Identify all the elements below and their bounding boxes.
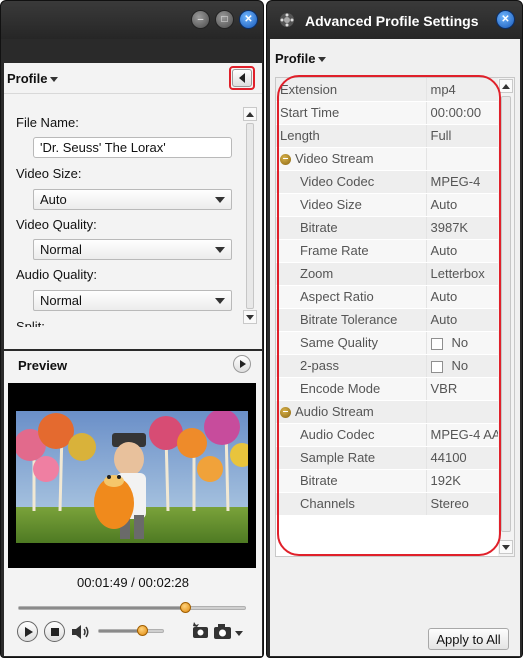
chevron-down-icon — [215, 298, 225, 304]
main-titlebar: – □ ✕ — [1, 1, 263, 39]
scroll-down-icon[interactable] — [499, 540, 513, 554]
chevron-down-icon — [318, 57, 327, 63]
close-icon[interactable]: ✕ — [496, 10, 515, 29]
preview-panel: Preview 00:01:49 / 00:02:28 — [4, 351, 262, 656]
preview-header: Preview — [18, 358, 68, 373]
scroll-thumb[interactable] — [501, 96, 511, 532]
maximize-icon[interactable]: □ — [215, 10, 234, 29]
collapse-arrow-icon[interactable] — [232, 69, 252, 87]
play-icon[interactable] — [17, 621, 38, 642]
file-name-label: File Name: — [16, 115, 79, 130]
audio-quality-label: Audio Quality: — [16, 267, 97, 282]
volume-knob[interactable] — [137, 625, 148, 636]
main-window: – □ ✕ Profile File Name: 'Dr. Seuss' The… — [0, 0, 264, 658]
close-icon[interactable]: ✕ — [239, 10, 258, 29]
video-quality-select[interactable]: Normal — [33, 239, 232, 260]
volume-slider[interactable] — [98, 625, 164, 636]
seek-knob[interactable] — [180, 602, 191, 613]
video-quality-label: Video Quality: — [16, 217, 97, 232]
apply-to-all-button[interactable]: Apply to All — [428, 628, 509, 650]
profile-header[interactable]: Profile — [275, 51, 327, 66]
profile-panel: Profile File Name: 'Dr. Seuss' The Lorax… — [4, 63, 262, 349]
video-size-label: Video Size: — [16, 166, 82, 181]
chevron-down-icon — [215, 197, 225, 203]
scroll-down-icon[interactable] — [243, 310, 257, 324]
advanced-panel: Profile Extension mp4 Start Time 00:00:00 Le… — [270, 39, 520, 656]
time-display: 00:01:49 / 00:02:28 — [76, 575, 190, 590]
video-preview[interactable] — [8, 383, 256, 568]
red-highlight-oval — [277, 75, 501, 556]
seek-bar[interactable] — [18, 602, 246, 613]
chevron-down-icon — [50, 77, 59, 83]
profile-header[interactable]: Profile — [7, 71, 59, 86]
camera-icon[interactable] — [213, 622, 245, 640]
expand-arrow-icon[interactable] — [233, 355, 251, 373]
scroll-up-icon[interactable] — [243, 107, 257, 121]
seek-fill — [19, 607, 186, 609]
lorax-scene-image — [16, 411, 248, 543]
snapshot-icon[interactable] — [191, 621, 211, 641]
app-icon — [280, 13, 294, 27]
chevron-down-icon — [215, 247, 225, 253]
minimize-icon[interactable]: – — [191, 10, 210, 29]
advanced-settings-window: Advanced Profile Settings ✕ Profile Exte… — [266, 0, 523, 658]
file-name-field[interactable]: 'Dr. Seuss' The Lorax' — [33, 137, 232, 158]
advanced-titlebar: Advanced Profile Settings ✕ — [267, 1, 522, 39]
scroll-up-icon[interactable] — [499, 79, 513, 93]
video-size-value: Auto — [40, 192, 67, 207]
video-size-select[interactable]: Auto — [33, 189, 232, 210]
stop-icon[interactable] — [44, 621, 65, 642]
divider — [4, 93, 262, 94]
window-title: Advanced Profile Settings — [305, 13, 479, 29]
audio-quality-select[interactable]: Normal — [33, 290, 232, 311]
audio-quality-value: Normal — [40, 293, 82, 308]
split-label: Split: — [16, 319, 45, 327]
scroll-thumb[interactable] — [246, 123, 254, 309]
profile-scrollbar[interactable] — [242, 107, 258, 325]
split-clip: Split: — [4, 317, 242, 327]
video-quality-value: Normal — [40, 242, 82, 257]
volume-icon[interactable] — [71, 624, 91, 640]
